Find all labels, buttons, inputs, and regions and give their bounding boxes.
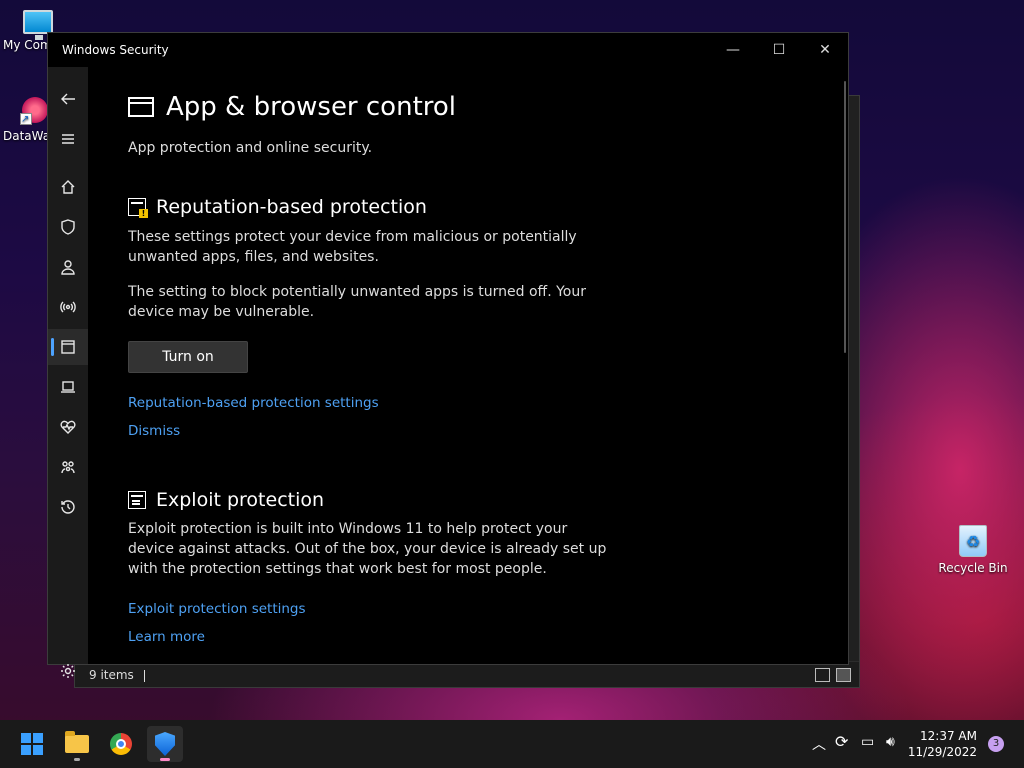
window-title: Windows Security bbox=[62, 43, 169, 57]
hamburger-menu-icon bbox=[62, 134, 74, 144]
taskbar-chrome[interactable] bbox=[103, 726, 139, 762]
exploit-section-title: Exploit protection bbox=[128, 489, 838, 511]
history-icon bbox=[61, 500, 75, 514]
sidebar-item-firewall[interactable] bbox=[48, 289, 88, 325]
clock-date: 11/29/2022 bbox=[907, 745, 977, 759]
menu-button[interactable] bbox=[48, 121, 88, 157]
app-window-icon bbox=[61, 340, 75, 354]
heart-pulse-icon bbox=[60, 420, 76, 434]
page-title-text: App & browser control bbox=[166, 92, 457, 122]
exploit-protection-icon bbox=[128, 491, 146, 509]
desktop-icon-label: My Com bbox=[3, 38, 52, 52]
reputation-title-text: Reputation-based protection bbox=[156, 196, 427, 218]
monitor-icon bbox=[23, 10, 53, 40]
item-count: 9 items bbox=[89, 668, 134, 682]
turn-on-button[interactable]: Turn on bbox=[128, 341, 248, 373]
page-title: App & browser control bbox=[128, 92, 838, 122]
minimize-button[interactable]: — bbox=[710, 33, 756, 67]
page-subtitle: App protection and online security. bbox=[128, 140, 373, 156]
desktop-icon-label: Recycle Bin bbox=[938, 561, 1008, 575]
chrome-icon bbox=[110, 733, 132, 755]
sidebar-item-app-browser-control[interactable] bbox=[48, 329, 88, 365]
sidebar-item-family-options[interactable] bbox=[48, 449, 88, 485]
details-view-icon[interactable] bbox=[815, 668, 830, 682]
exploit-description: Exploit protection is built into Windows… bbox=[128, 521, 607, 577]
shield-icon bbox=[61, 219, 75, 235]
desktop-icon-datawag[interactable]: ↗ DataWag bbox=[3, 95, 58, 143]
dismiss-link[interactable]: Dismiss bbox=[128, 423, 838, 439]
sidebar-item-virus-protection[interactable] bbox=[48, 209, 88, 245]
reputation-settings-link[interactable]: Reputation-based protection settings bbox=[128, 395, 838, 411]
status-separator bbox=[143, 669, 145, 682]
reputation-description: These settings protect your device from … bbox=[128, 229, 577, 265]
system-clock[interactable]: 12:37 AM 11/29/2022 bbox=[908, 728, 977, 760]
sidebar-item-settings[interactable] bbox=[48, 653, 88, 689]
datawag-app-icon: ↗ bbox=[20, 95, 50, 125]
reputation-warning-text: The setting to block potentially unwante… bbox=[128, 284, 586, 320]
button-row: Turn on bbox=[128, 341, 838, 373]
windows-security-shield-icon bbox=[155, 732, 175, 756]
desktop-icon-my-computer[interactable]: My Com bbox=[3, 10, 53, 52]
windows-logo-icon bbox=[21, 733, 43, 755]
recycle-bin-icon: ♻ bbox=[959, 525, 987, 557]
desktop-icon-recycle-bin[interactable]: ♻ Recycle Bin bbox=[938, 525, 1008, 575]
folder-icon bbox=[65, 731, 89, 753]
reputation-section-title: Reputation-based protection bbox=[128, 196, 838, 218]
network-icon[interactable]: ▭ bbox=[861, 734, 874, 750]
exploit-settings-link[interactable]: Exploit protection settings bbox=[128, 601, 838, 617]
sidebar-item-device-health[interactable] bbox=[48, 409, 88, 445]
taskbar: ︿ ⟳ ▭ 🔊︎ 12:37 AM 11/29/2022 3 bbox=[0, 720, 1024, 768]
sync-icon[interactable]: ⟳ bbox=[835, 732, 848, 751]
volume-icon[interactable]: 🔊︎ bbox=[886, 734, 895, 750]
sidebar bbox=[48, 67, 88, 678]
network-antenna-icon bbox=[60, 301, 76, 313]
gear-icon bbox=[61, 664, 75, 678]
maximize-button[interactable]: ☐ bbox=[756, 33, 802, 67]
title-bar: Windows Security — ☐ ✕ bbox=[48, 33, 848, 67]
sidebar-item-protection-history[interactable] bbox=[48, 489, 88, 525]
learn-more-link[interactable]: Learn more bbox=[128, 629, 838, 645]
back-arrow-icon bbox=[61, 93, 75, 105]
notification-badge[interactable]: 3 bbox=[988, 736, 1004, 752]
taskbar-file-explorer[interactable] bbox=[59, 726, 95, 762]
reputation-warning-icon bbox=[128, 198, 148, 218]
sidebar-item-home[interactable] bbox=[48, 169, 88, 205]
tiles-view-icon[interactable] bbox=[836, 668, 851, 682]
family-icon bbox=[61, 461, 75, 474]
shortcut-arrow-icon: ↗ bbox=[20, 113, 32, 125]
laptop-icon bbox=[61, 381, 75, 393]
sidebar-item-device-security[interactable] bbox=[48, 369, 88, 405]
view-toggle bbox=[815, 668, 851, 682]
home-icon bbox=[61, 180, 75, 194]
start-button[interactable] bbox=[14, 726, 50, 762]
taskbar-windows-security[interactable] bbox=[147, 726, 183, 762]
close-button[interactable]: ✕ bbox=[802, 33, 848, 67]
app-window-icon bbox=[128, 97, 154, 117]
show-hidden-icons-chevron-icon[interactable]: ︿ bbox=[812, 734, 826, 754]
sidebar-item-account-protection[interactable] bbox=[48, 249, 88, 285]
clock-time: 12:37 AM bbox=[920, 729, 977, 743]
main-content: App & browser control App protection and… bbox=[128, 67, 838, 664]
windows-security-window: Windows Security — ☐ ✕ App & browser con… bbox=[47, 32, 849, 678]
back-button[interactable] bbox=[48, 81, 88, 117]
scrollbar[interactable] bbox=[844, 81, 846, 353]
exploit-title-text: Exploit protection bbox=[156, 489, 325, 511]
person-icon bbox=[61, 260, 75, 275]
